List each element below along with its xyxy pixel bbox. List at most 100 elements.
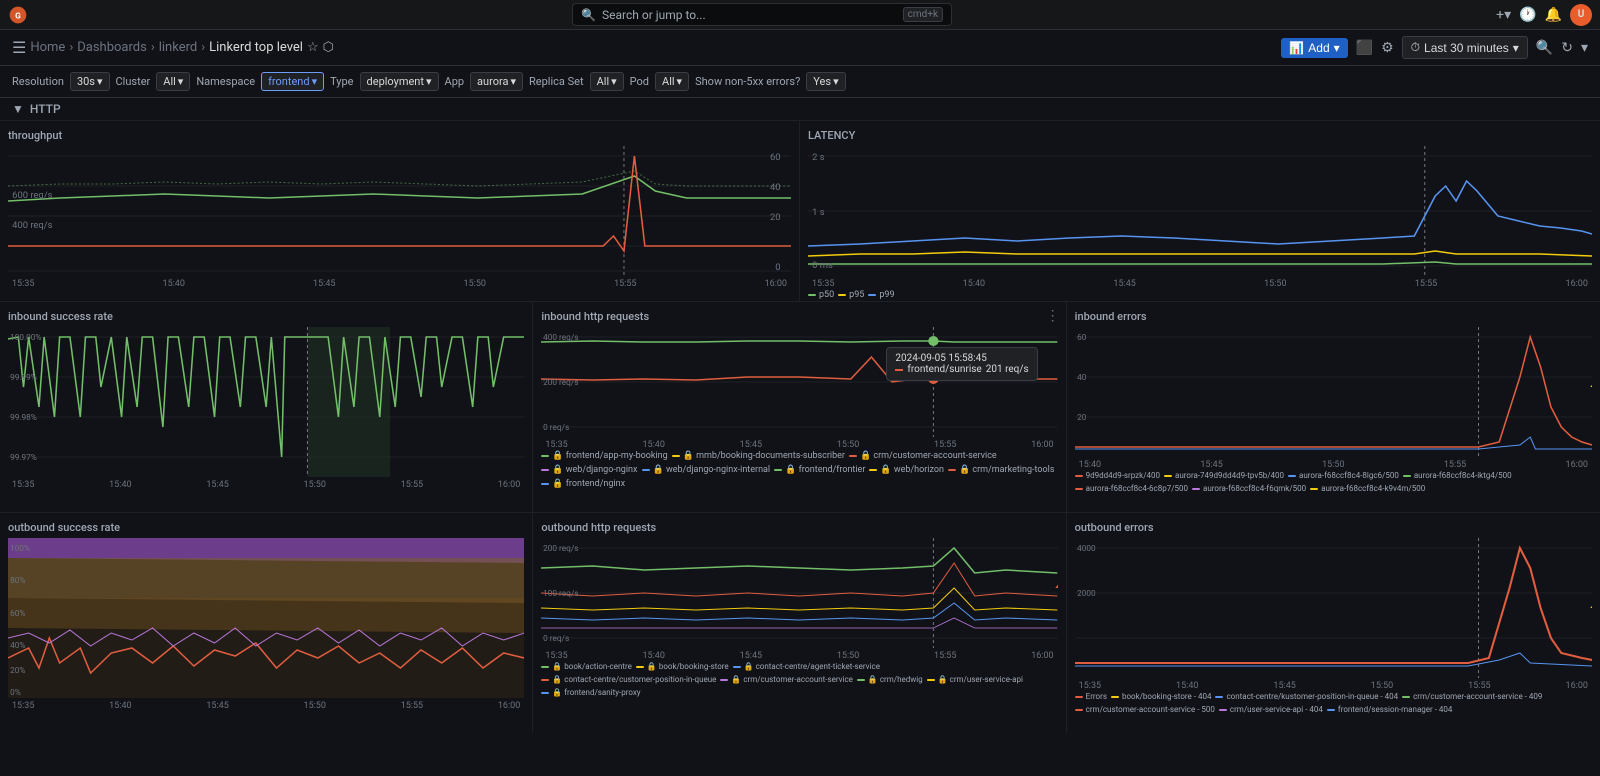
- app-select[interactable]: aurora ▾: [470, 72, 523, 91]
- outbound-errors-title: Outbound errors: [1075, 521, 1592, 534]
- add-button[interactable]: 📊 Add ▾: [1281, 38, 1347, 58]
- cluster-value: All: [163, 75, 176, 88]
- svg-text:600 req/s: 600 req/s: [12, 190, 53, 201]
- p50-color: [808, 294, 816, 296]
- nav-home[interactable]: Home: [30, 40, 65, 55]
- share-icon[interactable]: ⬡: [323, 40, 334, 55]
- legend-inbound-item-6: 🔒 frontend/frontier: [774, 465, 865, 475]
- svg-text:0 req/s: 0 req/s: [543, 422, 569, 432]
- outbound-http-legend: 🔒 book/action-centre 🔒 book/booking-stor…: [541, 662, 1057, 697]
- dot-2: [672, 455, 680, 457]
- legend-inbound-item-9: 🔒 frontend/nginx: [541, 479, 625, 489]
- zoom-out-icon[interactable]: 🔍: [1536, 40, 1553, 56]
- p99-label: p99: [879, 290, 894, 300]
- more-icon[interactable]: ▾: [1581, 40, 1588, 56]
- keyboard-shortcut: cmd+k: [903, 7, 943, 22]
- inbound-errors-chart: 60 40 20: [1075, 327, 1592, 457]
- http-section-header: ▼ HTTP: [0, 98, 1600, 121]
- resolution-value: 30s: [77, 75, 95, 88]
- tooltip-value-row: frontend/sunrise 201 req/s: [895, 364, 1028, 375]
- pod-label: Pod: [630, 75, 649, 88]
- svg-text:40: 40: [770, 182, 781, 193]
- dot-9: [541, 483, 549, 485]
- resolution-select[interactable]: 30s ▾: [70, 72, 110, 91]
- inbound-http-panel: Inbound HTTP Requests ⋮ 400 req/s 200 re…: [533, 302, 1066, 512]
- refresh-icon[interactable]: ↻: [1561, 40, 1573, 56]
- legend-inbound-item-4: 🔒 web/django-nginx: [541, 465, 637, 475]
- throughput-chart: 60 40 20 0 600 req/s 400 req/s: [8, 146, 791, 276]
- legend-inbound-item-3: 🔒 crm/customer-account-service: [849, 451, 997, 461]
- search-placeholder: Search or jump to...: [602, 8, 897, 22]
- section-title: HTTP: [30, 102, 61, 116]
- throughput-title: throughput: [8, 129, 791, 142]
- plus-button[interactable]: +▾: [1496, 7, 1511, 23]
- svg-text:100.00%: 100.00%: [10, 332, 41, 342]
- top-bar-right: +▾ 🕐 🔔 U: [1496, 4, 1592, 26]
- latency-x-axis: 15:3515:4015:4515:5015:5516:00: [808, 279, 1592, 289]
- legend-inbound-label-9: 🔒 frontend/nginx: [552, 479, 625, 489]
- legend-inbound-item-5: 🔒 web/django-nginx-internal: [642, 465, 771, 475]
- type-select[interactable]: deployment ▾: [360, 72, 439, 91]
- add-chevron: ▾: [1334, 41, 1340, 55]
- svg-text:1 s: 1 s: [812, 207, 825, 218]
- gear-icon[interactable]: ⚙: [1381, 40, 1394, 56]
- inbound-errors-legend: 9d9dd4d9-srpzk/400 aurora-749d9dd4d9-tpv…: [1075, 471, 1592, 493]
- row-3: Outbound Success Rate: [0, 513, 1600, 733]
- resolution-chevron: ▾: [97, 75, 103, 88]
- legend-inbound-label-3: 🔒 crm/customer-account-service: [860, 451, 997, 461]
- svg-text:80%: 80%: [10, 575, 25, 585]
- outbound-errors-x-axis: 15:3515:4015:4515:5015:5516:00: [1075, 681, 1592, 691]
- outbound-http-title: Outbound HTTP Requests: [541, 521, 1057, 534]
- outbound-success-chart: 100% 80% 60% 40% 20% 0%: [8, 538, 524, 698]
- tooltip-label: frontend/sunrise: [907, 364, 981, 375]
- collapse-icon[interactable]: ▼: [12, 102, 24, 116]
- svg-text:40%: 40%: [10, 640, 25, 650]
- row-1: throughput 60 40 20 0: [0, 121, 1600, 302]
- search-bar[interactable]: 🔍 Search or jump to... cmd+k: [572, 3, 952, 26]
- bell-icon[interactable]: 🔔: [1545, 7, 1562, 23]
- svg-text:0 ms: 0 ms: [812, 260, 833, 271]
- legend-inbound-item-7: 🔒 web/horizon: [869, 465, 944, 475]
- svg-text:20%: 20%: [10, 665, 25, 675]
- grafana-logo: G: [8, 5, 28, 25]
- legend-inbound-label-2: 🔒 mmb/booking-documents-subscriber: [683, 451, 845, 461]
- legend-inbound-item-1: 🔒 frontend/app-my-booking: [541, 451, 667, 461]
- outbound-success-title: Outbound Success Rate: [8, 521, 524, 534]
- hamburger-menu[interactable]: ☰: [12, 38, 26, 57]
- svg-text:2000: 2000: [1077, 588, 1096, 598]
- panel-menu-icon[interactable]: ⋮: [1046, 308, 1060, 324]
- dashboard-settings-icon[interactable]: ⬛: [1356, 40, 1373, 56]
- cluster-select[interactable]: All ▾: [156, 72, 190, 91]
- svg-text:400 req/s: 400 req/s: [543, 332, 578, 342]
- svg-text:20: 20: [1077, 412, 1087, 422]
- nav-linkerd[interactable]: linkerd: [159, 40, 197, 55]
- svg-text:99.97%: 99.97%: [10, 452, 37, 462]
- pod-select[interactable]: All ▾: [655, 72, 689, 91]
- favorite-icon[interactable]: ☆: [307, 40, 319, 55]
- dot-7: [869, 469, 877, 471]
- inbound-success-x-axis: 15:3515:4015:4515:5015:5516:00: [8, 480, 524, 490]
- clock-icon[interactable]: 🕐: [1519, 7, 1536, 23]
- inbound-http-tooltip: 2024-09-05 15:58:45 frontend/sunrise 201…: [886, 347, 1037, 381]
- inbound-http-x-axis: 15:3515:4015:4515:5015:5516:00: [541, 440, 1057, 450]
- p99-color: [868, 294, 876, 296]
- latency-title: LATENCY: [808, 129, 1592, 142]
- time-range-button[interactable]: ⏱ Last 30 minutes ▾: [1402, 36, 1528, 59]
- clock-icon-sm: ⏱: [1411, 40, 1420, 55]
- nav-dashboards[interactable]: Dashboards: [77, 40, 147, 55]
- namespace-select[interactable]: frontend ▾: [261, 72, 324, 91]
- add-label: Add: [1308, 41, 1329, 55]
- legend-inbound-label-8: 🔒 crm/marketing-tools: [959, 465, 1055, 475]
- breadcrumb-sep-2: ›: [151, 40, 155, 55]
- replica-set-chevron: ▾: [611, 75, 617, 88]
- non5xx-label: Show non-5xx errors?: [695, 75, 800, 88]
- breadcrumb-sep-3: ›: [201, 40, 205, 55]
- non5xx-select[interactable]: Yes ▾: [806, 72, 845, 91]
- svg-text:200 req/s: 200 req/s: [543, 377, 578, 387]
- replica-set-select[interactable]: All ▾: [590, 72, 624, 91]
- cluster-chevron: ▾: [178, 75, 184, 88]
- outbound-http-panel: Outbound HTTP Requests 200 req/s 100 req…: [533, 513, 1066, 733]
- pod-chevron: ▾: [677, 75, 683, 88]
- avatar[interactable]: U: [1570, 4, 1592, 26]
- type-value: deployment: [367, 75, 424, 88]
